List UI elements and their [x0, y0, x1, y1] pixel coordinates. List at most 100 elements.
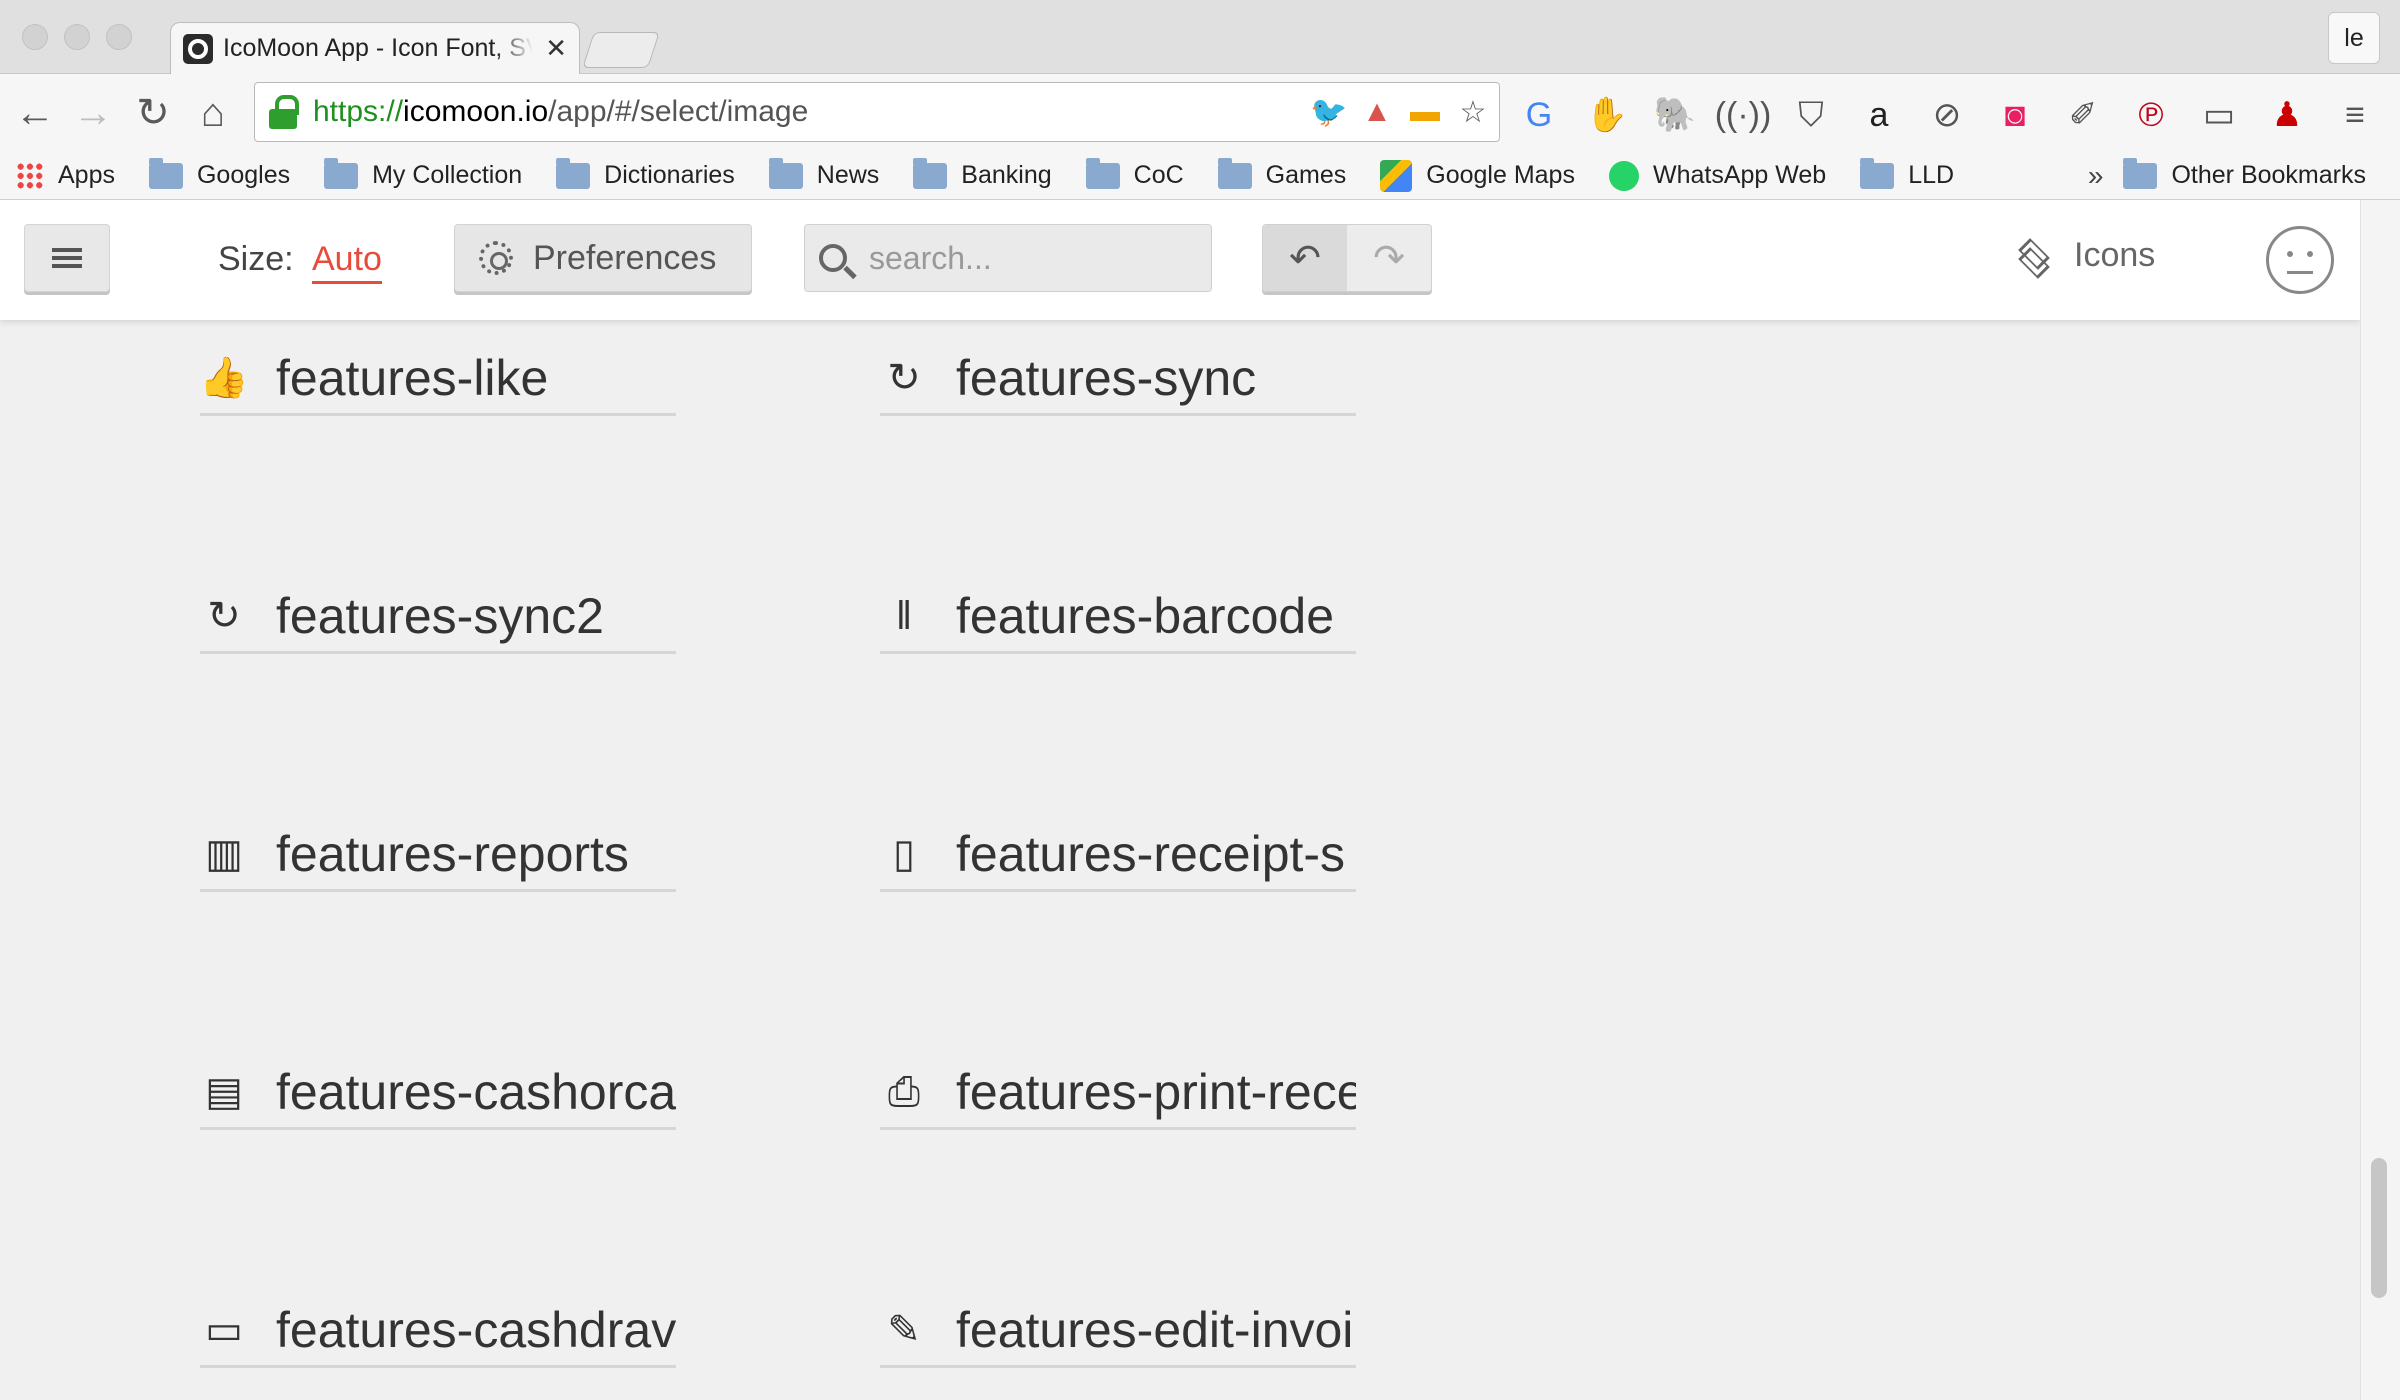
bookmark-apps[interactable]: Apps	[16, 161, 115, 190]
bookmark-other-bookmarks[interactable]: Other Bookmarks	[2123, 157, 2366, 190]
page-scrollbar[interactable]	[2360, 200, 2400, 1400]
window-minimize-button[interactable]	[64, 24, 90, 50]
icon-item-features-cashorca[interactable]: ▤ features-cashorca	[200, 1056, 676, 1130]
avatar-eye	[2287, 251, 2293, 257]
phone-receipt-icon: ▯	[892, 831, 915, 876]
google-translate-icon[interactable]: G	[1516, 92, 1562, 138]
icon-item-features-edit-invoi[interactable]: ✎ features-edit-invoi	[880, 1294, 1356, 1368]
bookmark-news[interactable]: News	[768, 157, 879, 190]
bar-chart-icon: ▥	[205, 831, 243, 876]
camera-icon[interactable]: ◙	[1992, 92, 2038, 138]
bookmark-games[interactable]: Games	[1217, 157, 1346, 190]
bookmark-lld[interactable]: LLD	[1860, 157, 1954, 190]
avatar-mouth	[2287, 271, 2313, 274]
preferences-button[interactable]: Preferences	[454, 224, 752, 292]
lock-icon	[269, 95, 299, 129]
icon-item-features-reports[interactable]: ▥ features-reports	[200, 818, 676, 892]
size-label: Size:	[218, 240, 294, 278]
icon-name-field[interactable]: features-receipt-s	[956, 825, 1345, 883]
icon-item-features-cashdrav[interactable]: ▭ features-cashdrav	[200, 1294, 676, 1368]
layers-icon	[2016, 240, 2048, 272]
folder-icon	[913, 157, 948, 189]
browser-menu-icon[interactable]: ≡	[2332, 92, 2378, 138]
pinterest-icon[interactable]: ℗	[2128, 92, 2174, 138]
folder-icon	[2123, 157, 2158, 189]
icon-name-field[interactable]: features-sync	[956, 349, 1256, 407]
twitter-icon[interactable]: 🐦	[1310, 94, 1347, 130]
scrollbar-thumb[interactable]	[2371, 1158, 2387, 1298]
google-maps-icon	[1380, 159, 1413, 192]
thumbs-up-icon: 👍	[200, 355, 249, 400]
icon-item-features-receipt-s[interactable]: ▯ features-receipt-s	[880, 818, 1356, 892]
bookmark-coc[interactable]: CoC	[1085, 157, 1184, 190]
sync-icon: ↻	[887, 355, 921, 400]
icon-item-features-barcode[interactable]: ‖ features-barcode	[880, 580, 1356, 654]
icon-name-field[interactable]: features-reports	[276, 825, 629, 883]
icon-item-features-sync2[interactable]: ↻ features-sync2	[200, 580, 676, 654]
redo-button[interactable]: ↷	[1347, 225, 1431, 291]
icon-name-field[interactable]: features-print-rece	[956, 1063, 1356, 1121]
bookmark-dictionaries[interactable]: Dictionaries	[556, 157, 735, 190]
search-box	[804, 224, 1212, 292]
hamburger-icon	[52, 256, 82, 260]
reload-icon[interactable]: ↻	[128, 88, 178, 138]
cash-drawer-icon: ▭	[205, 1307, 243, 1352]
window-close-button[interactable]	[22, 24, 48, 50]
icon-name-field[interactable]: features-cashdrav	[276, 1301, 676, 1359]
folder-icon	[324, 157, 359, 189]
bookmark-googles[interactable]: Googles	[148, 157, 290, 190]
undo-button[interactable]: ↶	[1263, 225, 1347, 291]
pocket-icon[interactable]: ⛉	[1788, 92, 1834, 138]
icon-name-field[interactable]: features-barcode	[956, 587, 1334, 645]
amazon-icon[interactable]: a	[1856, 92, 1902, 138]
address-bar[interactable]: https://icomoon.io/app/#/select/image 🐦 …	[254, 82, 1500, 142]
main-menu-button[interactable]	[24, 224, 110, 292]
forward-icon[interactable]: →	[68, 88, 118, 138]
window-zoom-button[interactable]	[106, 24, 132, 50]
gear-icon	[479, 241, 513, 275]
icons-button[interactable]: Icons	[2016, 236, 2155, 275]
search-input[interactable]	[869, 239, 1199, 277]
browser-tabstrip: IcoMoon App - Icon Font, SVG, PDF & PNG …	[0, 0, 2400, 74]
adblock-icon[interactable]: ✋	[1584, 92, 1630, 138]
compass-icon[interactable]: ⊘	[1924, 92, 1970, 138]
bookmarks-overflow-icon[interactable]: »	[2088, 160, 2104, 192]
folder-icon	[1860, 157, 1895, 189]
angular-icon[interactable]: ▲	[1359, 94, 1395, 130]
bookmark-whatsapp-web[interactable]: WhatsApp Web	[1608, 160, 1826, 191]
bookmark-banking[interactable]: Banking	[913, 157, 1052, 190]
icon-item-features-like[interactable]: 👍 features-like	[200, 342, 676, 416]
url-text: https://icomoon.io/app/#/select/image	[313, 95, 809, 128]
new-tab-button[interactable]	[582, 32, 660, 68]
whatsapp-icon	[1608, 160, 1639, 191]
browser-tab[interactable]: IcoMoon App - Icon Font, SVG, PDF & PNG …	[170, 22, 580, 74]
profile-button[interactable]: le	[2328, 12, 2380, 64]
bookmark-star-icon[interactable]: ☆	[1455, 94, 1491, 130]
print-receipt-icon: ⎙	[888, 1069, 920, 1114]
folder-icon	[1217, 157, 1252, 189]
evernote-icon[interactable]: 🐘	[1652, 92, 1698, 138]
person-icon[interactable]: ♟	[2264, 92, 2310, 138]
bookmark-google-maps[interactable]: Google Maps	[1380, 159, 1575, 192]
broadcast-icon[interactable]: ((·))	[1715, 92, 1772, 138]
home-icon[interactable]: ⌂	[188, 88, 238, 138]
analytics-icon[interactable]: ▬	[1407, 94, 1443, 130]
icon-name-field[interactable]: features-edit-invoi	[956, 1301, 1353, 1359]
bookmark-my-collection[interactable]: My Collection	[324, 157, 522, 190]
icon-item-features-print-rece[interactable]: ⎙ features-print-rece	[880, 1056, 1356, 1130]
folder-icon	[556, 157, 591, 189]
icon-name-field[interactable]: features-like	[276, 349, 548, 407]
tab-close-icon[interactable]: ✕	[545, 33, 567, 64]
size-selector[interactable]: Auto	[312, 240, 382, 284]
eyedropper-icon[interactable]: ✐	[2060, 92, 2106, 138]
apps-grid-icon	[16, 161, 44, 190]
icon-item-features-sync[interactable]: ↻ features-sync	[880, 342, 1356, 416]
bookmarks-bar: Apps Googles My Collection Dictionaries …	[0, 152, 2400, 200]
icomoon-app: Size: Auto Preferences ↶ ↷ Icons 👍 featu…	[0, 200, 2360, 1400]
cast-icon[interactable]: ▭	[2196, 92, 2242, 138]
avatar[interactable]	[2266, 226, 2334, 294]
icon-name-field[interactable]: features-sync2	[276, 587, 604, 645]
icon-name-field[interactable]: features-cashorca	[276, 1063, 676, 1121]
back-icon[interactable]: ←	[10, 88, 60, 138]
preferences-label: Preferences	[533, 238, 717, 277]
